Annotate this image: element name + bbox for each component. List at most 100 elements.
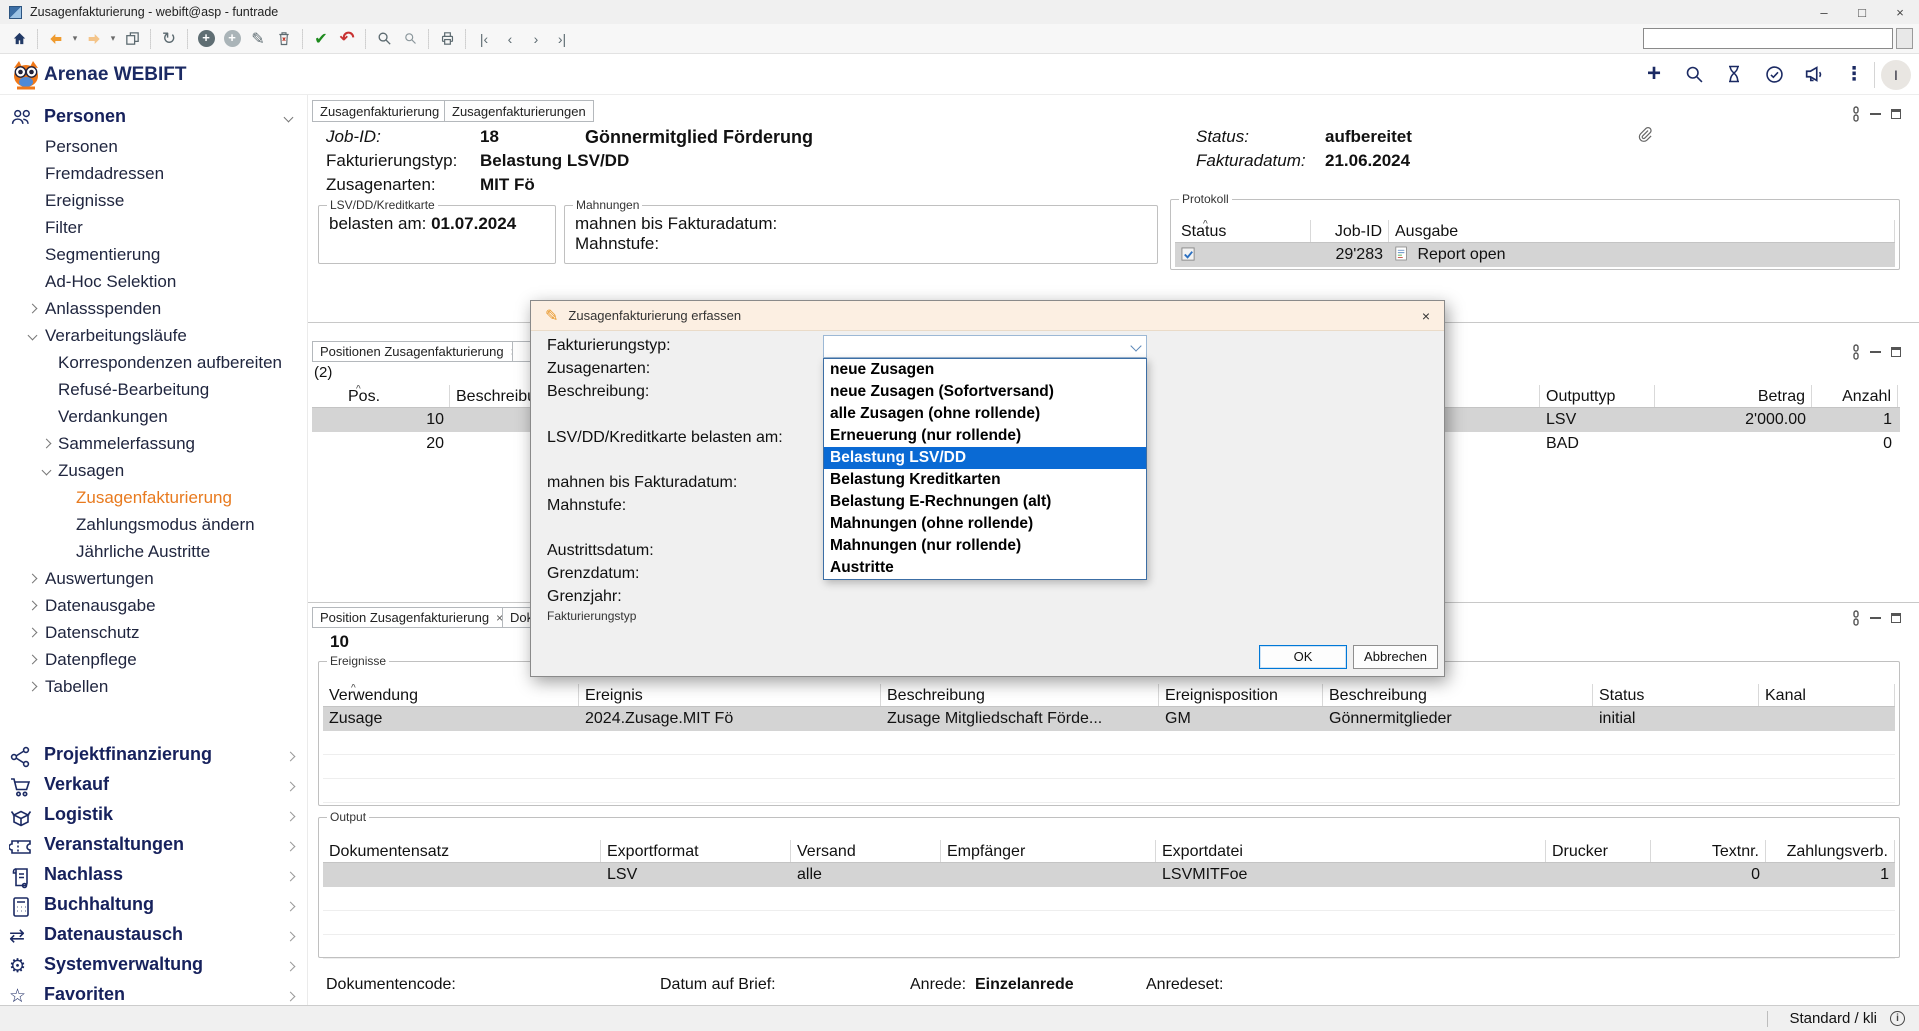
sidebar-item-zusagenfakturierung[interactable]: Zusagenfakturierung (0, 484, 308, 511)
sidebar-item-korrespondenzen-aufbereiten[interactable]: Korrespondenzen aufbereiten (0, 349, 308, 376)
detach-icon[interactable] (1852, 610, 1860, 626)
col-anzahl[interactable]: Anzahl (1812, 385, 1898, 407)
col-beschreibung[interactable]: Beschreibung (881, 684, 1159, 706)
window-minimize-button[interactable]: – (1805, 0, 1843, 24)
col-outputtyp[interactable]: Outputtyp (1540, 385, 1655, 407)
protokoll-ausgabe-value[interactable]: Report open (1417, 246, 1505, 263)
panel-minimize-icon[interactable] (1870, 617, 1881, 619)
module-buchhaltung[interactable]: Buchhaltung (0, 892, 308, 922)
delete-icon[interactable] (271, 27, 297, 51)
forward-icon[interactable] (81, 27, 107, 51)
module-verkauf[interactable]: Verkauf (0, 772, 308, 802)
sidebar-item-filter[interactable]: Filter (0, 214, 308, 241)
sidebar-item-adhoc-selektion[interactable]: Ad-Hoc Selektion (0, 268, 308, 295)
panel-maximize-icon[interactable] (1891, 109, 1901, 119)
dropdown-option[interactable]: Austritte (824, 557, 1146, 579)
sidebar-item-datenausgabe[interactable]: Datenausgabe (0, 592, 308, 619)
megaphone-icon[interactable] (1801, 61, 1827, 87)
tab-positionen-zusagenfakturierung[interactable]: Positionen Zusagenfakturierung × (312, 341, 526, 362)
dropdown-option[interactable]: neue Zusagen (824, 359, 1146, 381)
print-icon[interactable] (434, 27, 460, 51)
col-exportformat[interactable]: Exportformat (601, 840, 791, 862)
ereignis-row[interactable]: Zusage 2024.Zusage.MIT Fö Zusage Mitglie… (323, 707, 1895, 731)
add-copy-record-icon[interactable]: + (219, 27, 245, 51)
module-logistik[interactable]: Logistik (0, 802, 308, 832)
protokoll-col-status[interactable]: ^Status (1175, 220, 1311, 242)
home-icon[interactable] (6, 27, 32, 51)
module-datenaustausch[interactable]: ⇄ Datenaustausch (0, 922, 308, 952)
paperclip-icon[interactable] (1636, 125, 1653, 144)
col-kanal[interactable]: Kanal (1759, 684, 1895, 706)
panel-maximize-icon[interactable] (1891, 347, 1901, 357)
sidebar-item-zahlungsmodus-aendern[interactable]: Zahlungsmodus ändern (0, 511, 308, 538)
info-icon[interactable]: i (1890, 1011, 1905, 1026)
col-drucker[interactable]: Drucker (1546, 840, 1651, 862)
dropdown-option[interactable]: Belastung LSV/DD (824, 447, 1146, 469)
output-row[interactable]: LSV alle LSVMITFoe 0 1 (323, 863, 1895, 887)
forward-history-caret-icon[interactable]: ▾ (107, 27, 119, 51)
protokoll-col-jobid[interactable]: Job-ID (1311, 220, 1389, 242)
back-icon[interactable] (43, 27, 69, 51)
hourglass-icon[interactable] (1721, 61, 1747, 87)
sidebar-item-ereignisse[interactable]: Ereignisse (0, 187, 308, 214)
sidebar-item-segmentierung[interactable]: Segmentierung (0, 241, 308, 268)
col-betrag[interactable]: Betrag (1655, 385, 1812, 407)
sidebar-item-auswertungen[interactable]: Auswertungen (0, 565, 308, 592)
protokoll-row[interactable]: 29'283 Report open (1175, 243, 1895, 267)
chevron-down-icon[interactable] (284, 113, 294, 123)
col-ereignisposition[interactable]: Ereignisposition (1159, 684, 1323, 706)
module-veranstaltungen[interactable]: Veranstaltungen (0, 832, 308, 862)
refresh-icon[interactable]: ↻ (156, 27, 182, 51)
dropdown-option[interactable]: Erneuerung (nur rollende) (824, 425, 1146, 447)
back-history-caret-icon[interactable]: ▾ (69, 27, 81, 51)
col-verwendung[interactable]: ^Verwendung (323, 684, 579, 706)
nav-first-icon[interactable]: |‹ (471, 27, 497, 51)
sidebar-item-sammelerfassung[interactable]: Sammelerfassung (0, 430, 308, 457)
sidebar-item-refuse-bearbeitung[interactable]: Refusé-Bearbeitung (0, 376, 308, 403)
sidebar-item-fremdadressen[interactable]: Fremdadressen (0, 160, 308, 187)
dialog-close-icon[interactable]: × (1422, 308, 1430, 324)
protokoll-col-ausgabe[interactable]: Ausgabe (1389, 220, 1895, 242)
tab-position-zusagenfakturierung[interactable]: Position Zusagenfakturierung × (312, 607, 511, 628)
module-projektfinanzierung[interactable]: Projektfinanzierung (0, 742, 308, 772)
col-status[interactable]: Status (1593, 684, 1759, 706)
sidebar-item-verarbeitungslaeufe[interactable]: Verarbeitungsläufe (0, 322, 308, 349)
panel-minimize-icon[interactable] (1870, 113, 1881, 115)
tab-zusagenfakturierung[interactable]: Zusagenfakturierung × (312, 100, 461, 122)
search-small-icon[interactable] (397, 27, 423, 51)
nav-last-icon[interactable]: ›| (549, 27, 575, 51)
sidebar-item-anlassspenden[interactable]: Anlassspenden (0, 295, 308, 322)
panel-minimize-icon[interactable] (1870, 351, 1881, 353)
detach-icon[interactable] (1852, 344, 1860, 360)
sidebar-item-datenschutz[interactable]: Datenschutz (0, 619, 308, 646)
dropdown-option[interactable]: alle Zusagen (ohne rollende) (824, 403, 1146, 425)
sidebar-item-verdankungen[interactable]: Verdankungen (0, 403, 308, 430)
dropdown-option[interactable]: Belastung E-Rechnungen (alt) (824, 491, 1146, 513)
panel-maximize-icon[interactable] (1891, 613, 1901, 623)
sidebar-item-tabellen[interactable]: Tabellen (0, 673, 308, 700)
sidebar-item-jaehrliche-austritte[interactable]: Jährliche Austritte (0, 538, 308, 565)
window-maximize-button[interactable]: □ (1843, 0, 1881, 24)
sidebar-section-personen[interactable]: Personen (0, 103, 308, 131)
nav-next-icon[interactable]: › (523, 27, 549, 51)
col-versand[interactable]: Versand (791, 840, 941, 862)
confirm-icon[interactable]: ✔ (308, 27, 334, 51)
kebab-menu-icon[interactable]: ⋮ (1841, 61, 1867, 87)
dropdown-option[interactable]: Mahnungen (nur rollende) (824, 535, 1146, 557)
col-pos[interactable]: ^Pos. (312, 385, 450, 407)
sidebar-item-datenpflege[interactable]: Datenpflege (0, 646, 308, 673)
module-systemverwaltung[interactable]: ⚙ Systemverwaltung (0, 952, 308, 982)
check-circle-icon[interactable] (1761, 61, 1787, 87)
statusbar-profile[interactable]: Standard / kli (1789, 1010, 1877, 1027)
fakturierungstyp-combobox[interactable] (823, 335, 1147, 358)
cancel-button[interactable]: Abbrechen (1353, 645, 1438, 669)
ok-button[interactable]: OK (1259, 645, 1347, 669)
dropdown-option[interactable]: Belastung Kreditkarten (824, 469, 1146, 491)
dialog-titlebar[interactable]: ✎ Zusagenfakturierung erfassen × (531, 301, 1444, 331)
col-empfaenger[interactable]: Empfänger (941, 840, 1156, 862)
sidebar-item-zusagen[interactable]: Zusagen (0, 457, 308, 484)
dropdown-option[interactable]: neue Zusagen (Sofortversand) (824, 381, 1146, 403)
col-beschreibung2[interactable]: Beschreibung (1323, 684, 1593, 706)
col-dokumentensatz[interactable]: Dokumentensatz (323, 840, 601, 862)
global-search-icon[interactable] (1681, 61, 1707, 87)
